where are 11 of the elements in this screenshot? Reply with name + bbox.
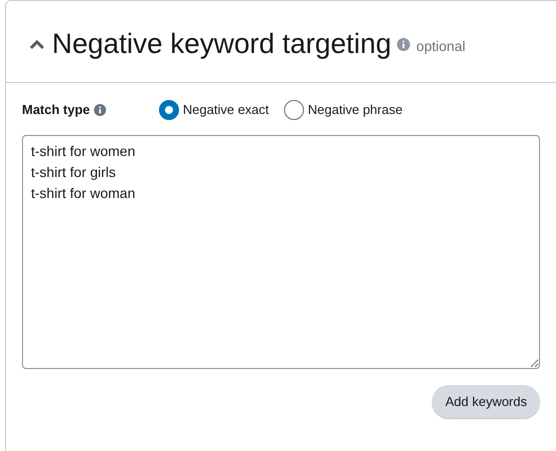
- keywords-field[interactable]: t-shirt for women t-shirt for girls t-shirt for woman: [22, 135, 540, 369]
- radio-button[interactable]: [158, 100, 179, 120]
- optional-label: optional: [416, 37, 466, 56]
- add-keywords-button[interactable]: Add keywords: [432, 385, 540, 418]
- radio-label[interactable]: Negative exact: [182, 100, 269, 120]
- radio-button[interactable]: [284, 100, 304, 120]
- info-icon[interactable]: [94, 104, 106, 116]
- radio-label[interactable]: Negative phrase: [308, 100, 403, 120]
- match-type-label: Match type: [22, 100, 90, 119]
- info-icon[interactable]: [397, 38, 410, 51]
- section-title: Negative keyword targeting: [52, 28, 392, 60]
